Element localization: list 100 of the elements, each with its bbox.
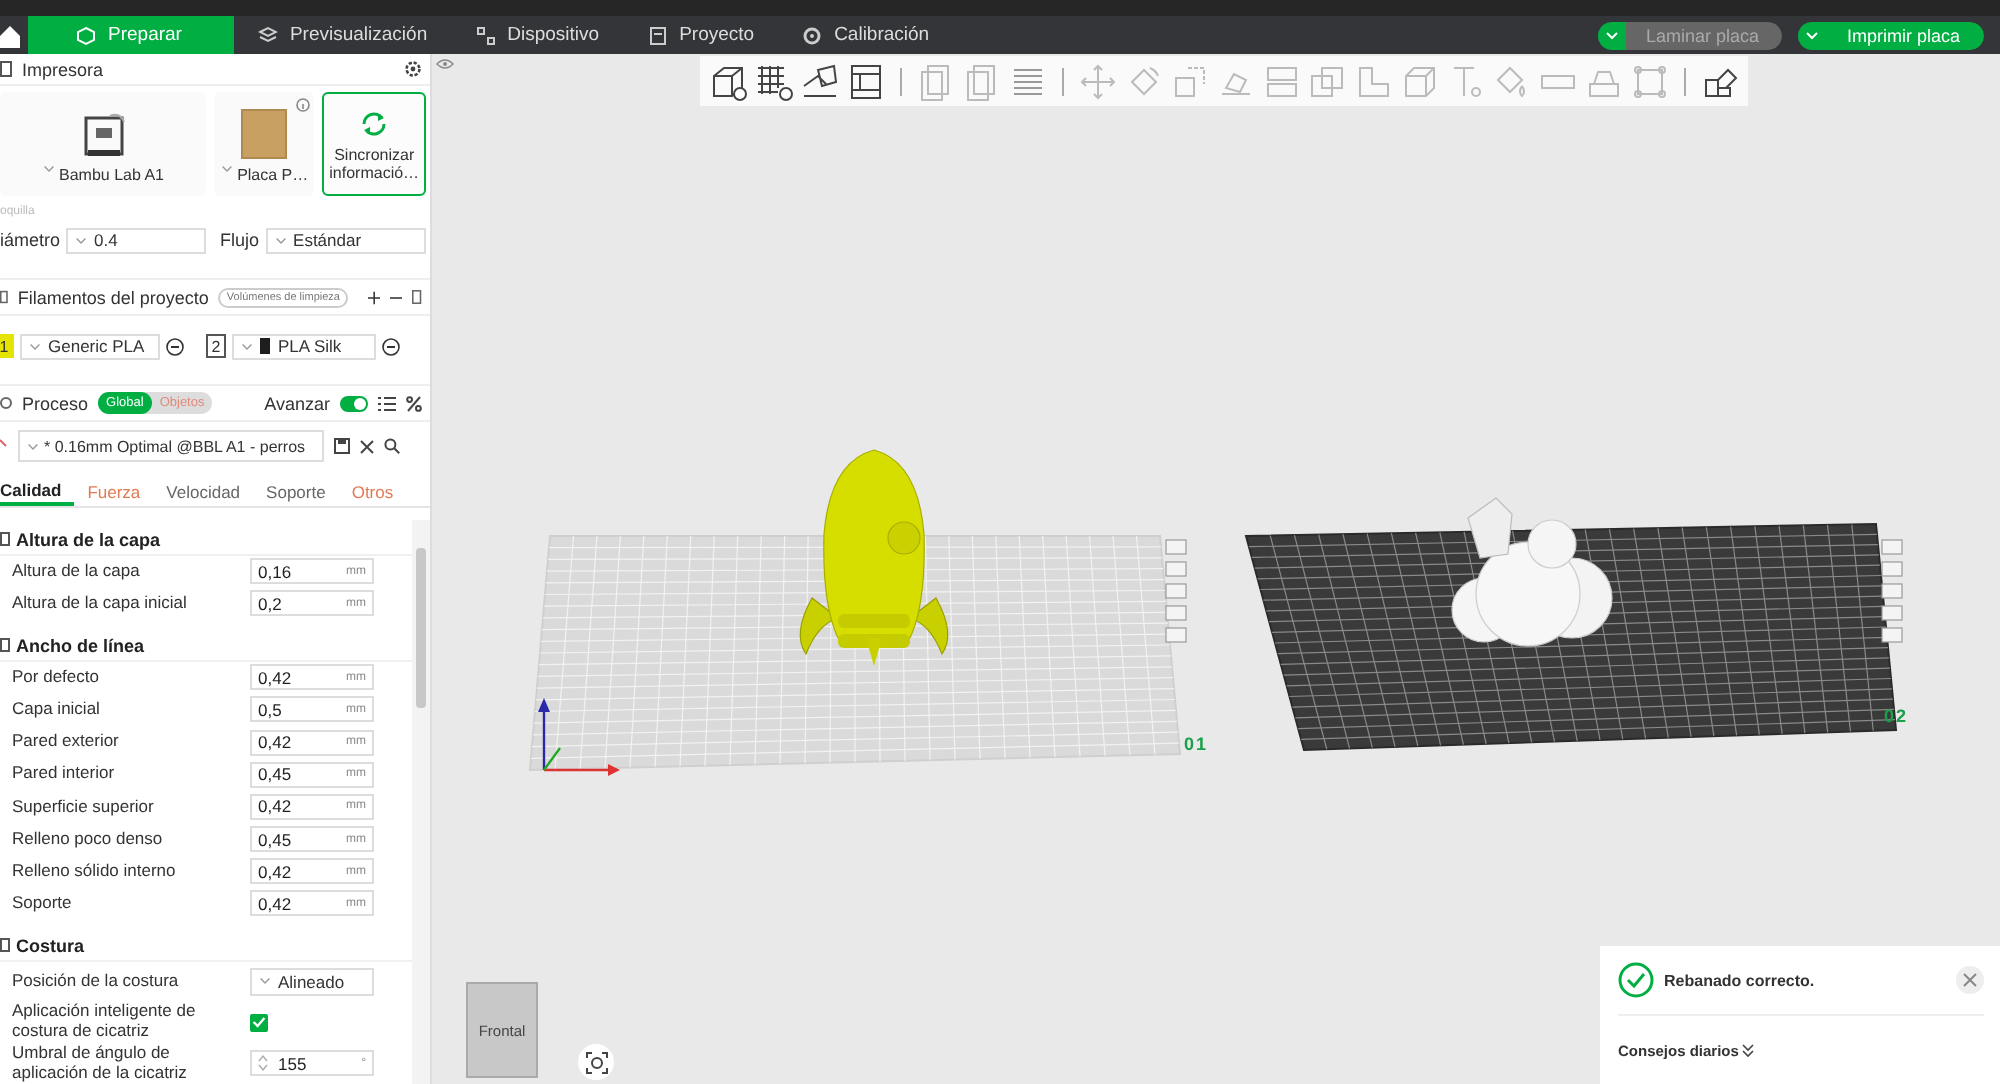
search-icon[interactable] [384,438,400,454]
setting-label: Soporte [12,894,74,914]
setting-label: Altura de la capa inicial [12,593,189,614]
setting-label: Aplicación inteligente de costura de cicatriz [12,1002,198,1042]
caret-icon [43,166,53,172]
caret-icon [221,166,232,172]
info-icon [296,98,311,112]
settings-tab[interactable]: Soporte [252,478,338,506]
gear-icon [802,25,823,45]
spinner-icon [258,1054,268,1073]
advanced-switch[interactable] [340,395,368,411]
filament-slot[interactable]: 2 [206,334,226,358]
setting-label: Relleno poco denso [12,829,165,849]
caret-icon[interactable] [1605,31,1618,39]
field-label: iámetro [0,230,61,250]
sync-button[interactable]: Sincronizar informació… [322,92,426,196]
corner-icon[interactable] [1354,61,1394,101]
check-circle-icon [1618,962,1654,998]
nav-tab[interactable]: Calibración [778,16,954,54]
notification-message: Rebanado correcto. [1664,971,1817,989]
filament-slot[interactable]: 1 [0,334,14,358]
filament-dropdown[interactable]: PLA Silk [232,333,376,359]
plate-icon [240,108,289,160]
settings-tab[interactable]: Calidad [0,478,74,506]
seam-dropdown[interactable]: Alineado [250,967,374,996]
setting-label: Posición de la costura [12,971,181,992]
diameter-dropdown[interactable]: 0.4 [66,227,207,253]
axes-drawing [538,698,620,776]
move-icon[interactable] [1078,61,1118,101]
setting-label: Pared interior [12,764,117,785]
add-icon[interactable] [367,289,381,305]
caret-icon[interactable] [1806,31,1819,39]
chevron-icon[interactable] [1742,1044,1755,1058]
caret-icon [242,343,252,349]
cube-icon[interactable] [1400,61,1440,101]
switch-label: Avanzar [264,393,330,413]
setting-label: Pared exterior [12,732,121,752]
caret-icon [76,237,87,243]
scrollbar[interactable] [412,520,430,1084]
field-value: 155 [278,1053,309,1074]
home-icon[interactable] [0,23,20,47]
plate-label: Placa P… [237,166,309,184]
plate-tool-icon[interactable] [1165,627,1187,643]
section-title: Proceso [22,393,89,413]
device-icon [475,25,496,45]
setting-label: Superficie superior [12,797,156,817]
section-title: Impresora [22,59,104,79]
setting-label: Altura de la capa [12,561,142,582]
printer-label: Bambu Lab A1 [59,166,164,184]
plate-card[interactable]: Placa P… [214,92,315,196]
plate-number: 01 [1184,734,1209,754]
save-icon[interactable] [334,438,350,454]
add-cube-icon[interactable] [708,61,748,101]
split-icon[interactable] [1262,61,1302,101]
arrange-icon[interactable] [800,61,840,101]
list-icon[interactable] [378,395,396,411]
overlap-icon[interactable] [1308,61,1348,101]
remove-icon[interactable] [382,337,400,355]
fit-view-button[interactable] [578,1044,614,1080]
remove-icon[interactable] [166,337,184,355]
plate-tool-icon[interactable] [1881,561,1903,577]
caret-icon [275,237,286,243]
setting-label: Relleno sólido interno [12,861,178,882]
scale-icon[interactable] [1170,61,1210,101]
group-title: Altura de la capa [16,529,161,550]
nav-tab[interactable]: Proyecto [623,16,779,54]
layers-icon [257,25,278,45]
setting-label: Por defecto [12,667,101,688]
plate-tool-icon[interactable] [1881,627,1903,643]
setting-label: Umbral de ángulo de aplicación de la cicatriz [12,1043,189,1083]
close-icon[interactable] [360,439,374,453]
group-title: Ancho de línea [16,635,145,656]
percent-icon[interactable] [406,395,422,411]
printer-card[interactable]: Bambu Lab A1 [0,92,207,196]
preset-dropdown[interactable]: * 0.16mm Optimal @BBL A1 - perros [18,430,324,462]
group-title: Costura [16,935,85,956]
plate-tool-icon[interactable] [1165,605,1187,621]
layout-icon[interactable] [846,61,886,101]
eye-icon[interactable] [436,58,454,70]
flow-dropdown[interactable]: Estándar [265,227,426,253]
add-plate-icon[interactable] [754,61,794,101]
caret-icon [260,978,270,985]
settings-tab[interactable]: Velocidad [152,478,253,506]
box-icon [76,25,96,45]
frame-icon[interactable] [1630,61,1670,101]
sync-icon [358,107,391,140]
target-icon [585,1051,607,1073]
plate-tool-icon[interactable] [1881,583,1903,599]
checkbox[interactable] [250,1013,268,1032]
settings-icon[interactable] [404,60,422,78]
field-label: Flujo [220,230,260,250]
nav-tab[interactable]: Previsualización [233,16,452,54]
plate-tool-icon[interactable] [1881,605,1903,621]
setting-label: Capa inicial [12,699,102,720]
section-title: Filamentos del proyecto [17,287,209,307]
caret-icon [28,443,38,449]
nav-tab[interactable]: Dispositivo [451,16,624,54]
plate-tool-icon[interactable] [1165,583,1187,599]
filament-dropdown[interactable]: Generic PLA [20,333,160,359]
plate-number: 02 [1884,706,1909,726]
